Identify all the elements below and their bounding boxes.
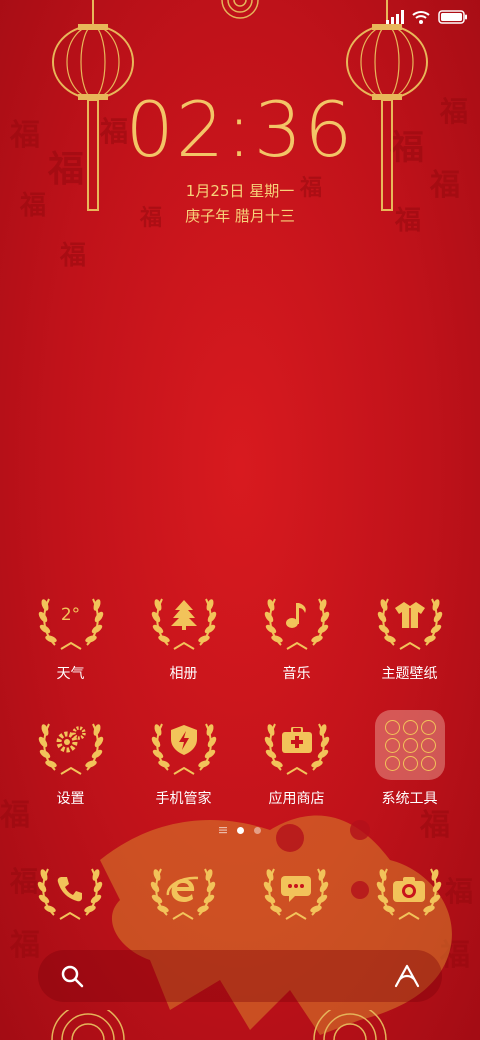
search-icon[interactable] [60, 964, 84, 988]
app-label: 音乐 [282, 666, 311, 682]
dock-browser[interactable] [147, 855, 219, 927]
page-dot-active [237, 826, 244, 834]
camera-icon [393, 877, 425, 902]
top-arc-decoration [221, 0, 259, 19]
app-label: 设置 [56, 791, 85, 807]
signal-icon [386, 10, 404, 24]
dock-camera[interactable] [373, 855, 445, 927]
status-bar [386, 10, 468, 24]
app-store[interactable]: 应用商店 [240, 710, 353, 808]
app-label: 相册 [169, 666, 198, 682]
theme-icon [374, 585, 446, 657]
weather-temperature: 2° [60, 605, 81, 625]
app-weather[interactable]: 2° 天气 [14, 585, 127, 683]
dock-messages[interactable] [260, 855, 332, 927]
app-settings[interactable]: 设置 [14, 710, 127, 808]
app-theme[interactable]: 主题壁纸 [353, 585, 466, 683]
menu-lines-icon [219, 827, 227, 834]
bottom-arc-decoration [51, 1010, 125, 1040]
phone-icon [57, 877, 82, 902]
folder-system-tools[interactable]: 系统工具 [353, 710, 466, 808]
app-label: 手机管家 [155, 791, 212, 807]
app-music[interactable]: 音乐 [240, 585, 353, 683]
clock-lunar-date: 庚子年 腊月十三 [185, 207, 295, 225]
clock-date: 1月25日 星期一 [185, 182, 295, 200]
app-label: 主题壁纸 [381, 666, 438, 682]
app-label: 天气 [56, 666, 85, 682]
app-label: 应用商店 [268, 791, 325, 807]
app-gallery[interactable]: 相册 [127, 585, 240, 683]
battery-icon [438, 10, 467, 24]
app-phone-manager[interactable]: 手机管家 [127, 710, 240, 808]
phone-manager-icon [148, 710, 220, 782]
search-bar[interactable] [38, 950, 442, 1002]
dock-phone[interactable] [34, 855, 106, 927]
clock-time[interactable]: 02:36 [0, 92, 480, 168]
browser-icon [166, 876, 199, 902]
settings-icon [35, 710, 107, 782]
page-indicator[interactable] [0, 826, 480, 834]
bottom-arc-decoration [313, 1010, 387, 1040]
messages-icon [281, 876, 311, 902]
folder-icon [374, 710, 445, 780]
app-label: 系统工具 [381, 791, 438, 807]
wifi-icon [412, 11, 430, 24]
assistant-icon[interactable] [394, 964, 420, 988]
weather-icon: 2° [35, 585, 107, 657]
page-dot [254, 826, 261, 834]
gallery-icon [148, 585, 220, 657]
music-icon [261, 585, 333, 657]
app-store-icon [261, 710, 333, 782]
